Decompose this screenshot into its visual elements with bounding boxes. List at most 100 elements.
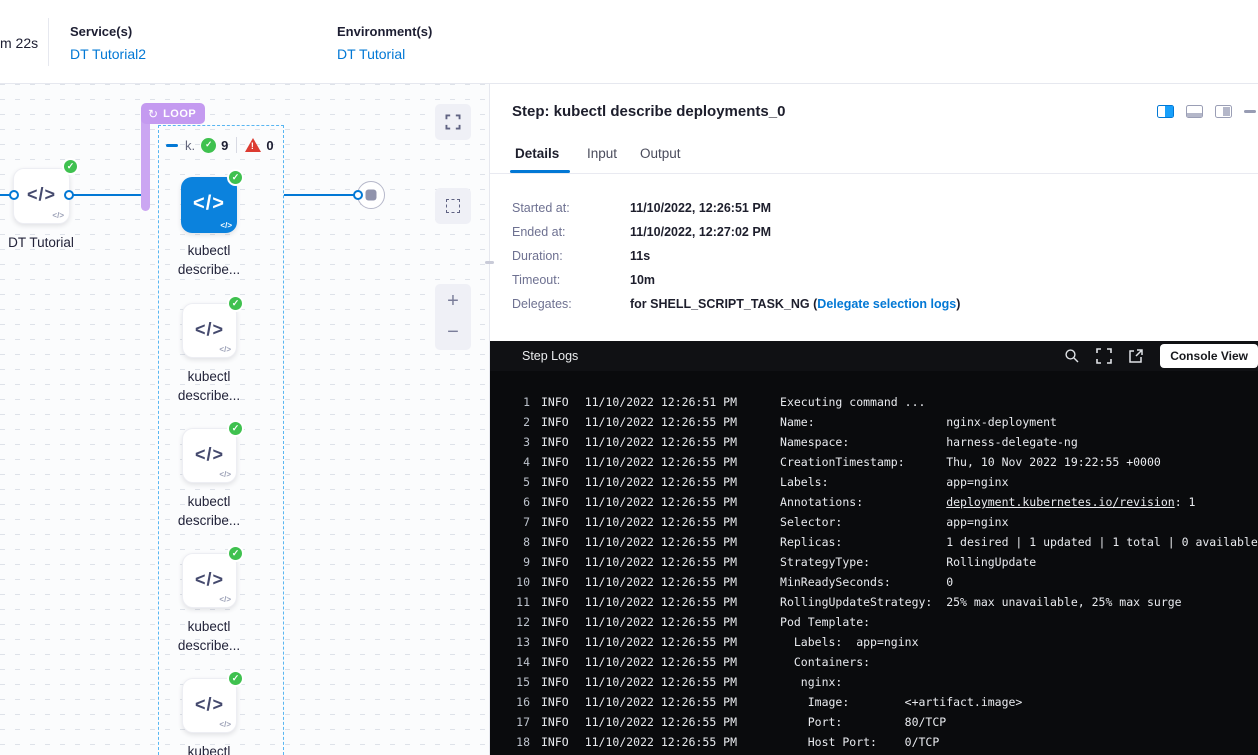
console-view-button[interactable]: Console View bbox=[1160, 344, 1258, 368]
log-level: INFO bbox=[541, 572, 569, 592]
expand-logs-icon[interactable] bbox=[1096, 348, 1112, 364]
panel-divider bbox=[489, 84, 490, 755]
loop-badge[interactable]: ↻ LOOP bbox=[141, 103, 205, 124]
port-start-in bbox=[9, 190, 19, 200]
step-logs-console[interactable]: 1INFO11/10/2022 12:26:51 PMExecuting com… bbox=[490, 371, 1258, 755]
step-logs-actions: Console View bbox=[1064, 344, 1258, 368]
edge-loop-to-end bbox=[284, 194, 357, 196]
zoom-out-button[interactable]: − bbox=[435, 322, 471, 342]
mini-code-icon: </> bbox=[219, 595, 231, 604]
log-line-number: 14 bbox=[508, 652, 530, 672]
node-label: kubectl describe... bbox=[164, 241, 254, 279]
group-name: k. bbox=[185, 138, 195, 153]
field-value: 11/10/2022, 12:26:51 PM bbox=[630, 201, 771, 215]
log-message: Port: 80/TCP bbox=[780, 712, 946, 732]
log-line: 7INFO11/10/2022 12:26:55 PMSelector: app… bbox=[508, 512, 1258, 532]
search-icon[interactable] bbox=[1064, 348, 1080, 364]
log-message: Annotations: deployment.kubernetes.io/re… bbox=[780, 492, 1195, 512]
node-dt-tutorial[interactable]: </> </> bbox=[13, 168, 70, 224]
log-timestamp: 11/10/2022 12:26:55 PM bbox=[585, 692, 737, 712]
node-kubectl-describe[interactable]: </> </> bbox=[181, 177, 237, 233]
open-in-new-icon[interactable] bbox=[1128, 348, 1144, 364]
code-icon: </> bbox=[14, 185, 69, 206]
field-value: for SHELL_SCRIPT_TASK_NG (Delegate selec… bbox=[630, 297, 960, 311]
log-message: nginx: bbox=[780, 672, 842, 692]
service-block: Service(s) DT Tutorial2 bbox=[70, 24, 146, 62]
log-timestamp: 11/10/2022 12:26:55 PM bbox=[585, 672, 737, 692]
log-rows: 1INFO11/10/2022 12:26:51 PMExecuting com… bbox=[508, 392, 1258, 752]
log-line-number: 12 bbox=[508, 612, 530, 632]
log-timestamp: 11/10/2022 12:26:51 PM bbox=[585, 392, 737, 412]
layout-split-panel-icon[interactable] bbox=[1215, 105, 1232, 118]
log-line-number: 16 bbox=[508, 692, 530, 712]
node-kubectl-describe[interactable]: </></> bbox=[182, 553, 237, 608]
node-kubectl-describe[interactable]: </></> bbox=[182, 428, 237, 483]
tabs-divider bbox=[490, 173, 1258, 174]
zoom-in-button[interactable]: + bbox=[435, 291, 471, 311]
log-level: INFO bbox=[541, 612, 569, 632]
field-row: Ended at:11/10/2022, 12:27:02 PM bbox=[512, 220, 1252, 244]
log-timestamp: 11/10/2022 12:26:55 PM bbox=[585, 432, 737, 452]
success-badge-icon bbox=[62, 158, 79, 175]
marquee-select-button[interactable] bbox=[435, 188, 471, 224]
minimize-icon[interactable] bbox=[1244, 110, 1256, 113]
environment-label: Environment(s) bbox=[337, 24, 432, 39]
code-icon: </> bbox=[181, 193, 237, 216]
tab-input[interactable]: Input bbox=[587, 146, 617, 161]
log-line: 9INFO11/10/2022 12:26:55 PMStrategyType:… bbox=[508, 552, 1258, 572]
delegates-value-suffix: ) bbox=[956, 297, 960, 311]
collapse-icon[interactable] bbox=[166, 144, 178, 147]
failed-count: 0 bbox=[266, 138, 273, 153]
step-logs-section: Step Logs Console View bbox=[490, 341, 1258, 755]
mini-code-icon: </> bbox=[52, 211, 64, 220]
step-details-panel: Step: kubectl describe deployments_0 Det… bbox=[490, 84, 1258, 755]
log-message: MinReadySeconds: 0 bbox=[780, 572, 953, 592]
node-kubectl-describe[interactable]: </></> bbox=[182, 303, 237, 358]
field-label: Ended at: bbox=[512, 225, 630, 239]
log-timestamp: 11/10/2022 12:26:55 PM bbox=[585, 632, 737, 652]
log-line: 18INFO11/10/2022 12:26:55 PM Host Port: … bbox=[508, 732, 1258, 752]
node-kubectl-describe[interactable]: </></> bbox=[182, 678, 237, 733]
success-count-icon bbox=[201, 138, 216, 153]
log-line: 8INFO11/10/2022 12:26:55 PMReplicas: 1 d… bbox=[508, 532, 1258, 552]
delegate-selection-logs-link[interactable]: Delegate selection logs bbox=[817, 297, 956, 311]
layout-right-panel-icon[interactable] bbox=[1157, 105, 1174, 118]
log-line-number: 4 bbox=[508, 452, 530, 472]
pipeline-graph-canvas[interactable]: </> </> DT Tutorial ↻ LOOP k. 9 0 </></>… bbox=[0, 84, 490, 755]
field-rows: Started at:11/10/2022, 12:26:51 PMEnded … bbox=[512, 196, 1252, 292]
field-value: 11s bbox=[630, 249, 650, 263]
delegates-value-prefix: for SHELL_SCRIPT_TASK_NG ( bbox=[630, 297, 817, 311]
loop-group-header: k. 9 0 bbox=[166, 136, 274, 154]
log-timestamp: 11/10/2022 12:26:55 PM bbox=[585, 732, 737, 752]
success-count: 9 bbox=[221, 138, 228, 153]
stop-icon bbox=[366, 190, 377, 201]
port-end-in bbox=[353, 190, 363, 200]
success-badge-icon bbox=[227, 420, 244, 437]
log-line: 1INFO11/10/2022 12:26:51 PMExecuting com… bbox=[508, 392, 1258, 412]
code-icon: </> bbox=[183, 319, 236, 340]
log-level: INFO bbox=[541, 492, 569, 512]
mini-code-icon: </> bbox=[220, 221, 232, 230]
field-value: 11/10/2022, 12:27:02 PM bbox=[630, 225, 771, 239]
panel-resize-handle[interactable] bbox=[485, 261, 494, 264]
log-line-number: 1 bbox=[508, 392, 530, 412]
log-message: StrategyType: RollingUpdate bbox=[780, 552, 1036, 572]
log-timestamp: 11/10/2022 12:26:55 PM bbox=[585, 472, 737, 492]
group-header-divider bbox=[236, 137, 237, 153]
fit-to-screen-button[interactable] bbox=[435, 104, 471, 140]
field-row: Timeout:10m bbox=[512, 268, 1252, 292]
success-badge-icon bbox=[227, 169, 244, 186]
log-message-link[interactable]: deployment.kubernetes.io/revision bbox=[946, 495, 1174, 509]
log-line-number: 5 bbox=[508, 472, 530, 492]
environment-link[interactable]: DT Tutorial bbox=[337, 46, 432, 62]
log-message: Pod Template: bbox=[780, 612, 870, 632]
tab-output[interactable]: Output bbox=[640, 146, 681, 161]
log-line-number: 18 bbox=[508, 732, 530, 752]
layout-bottom-panel-icon[interactable] bbox=[1186, 105, 1203, 118]
tab-details[interactable]: Details bbox=[515, 146, 559, 161]
topbar-divider bbox=[48, 18, 49, 66]
field-value: 10m bbox=[630, 273, 655, 287]
log-level: INFO bbox=[541, 532, 569, 552]
service-link[interactable]: DT Tutorial2 bbox=[70, 46, 146, 62]
log-level: INFO bbox=[541, 672, 569, 692]
